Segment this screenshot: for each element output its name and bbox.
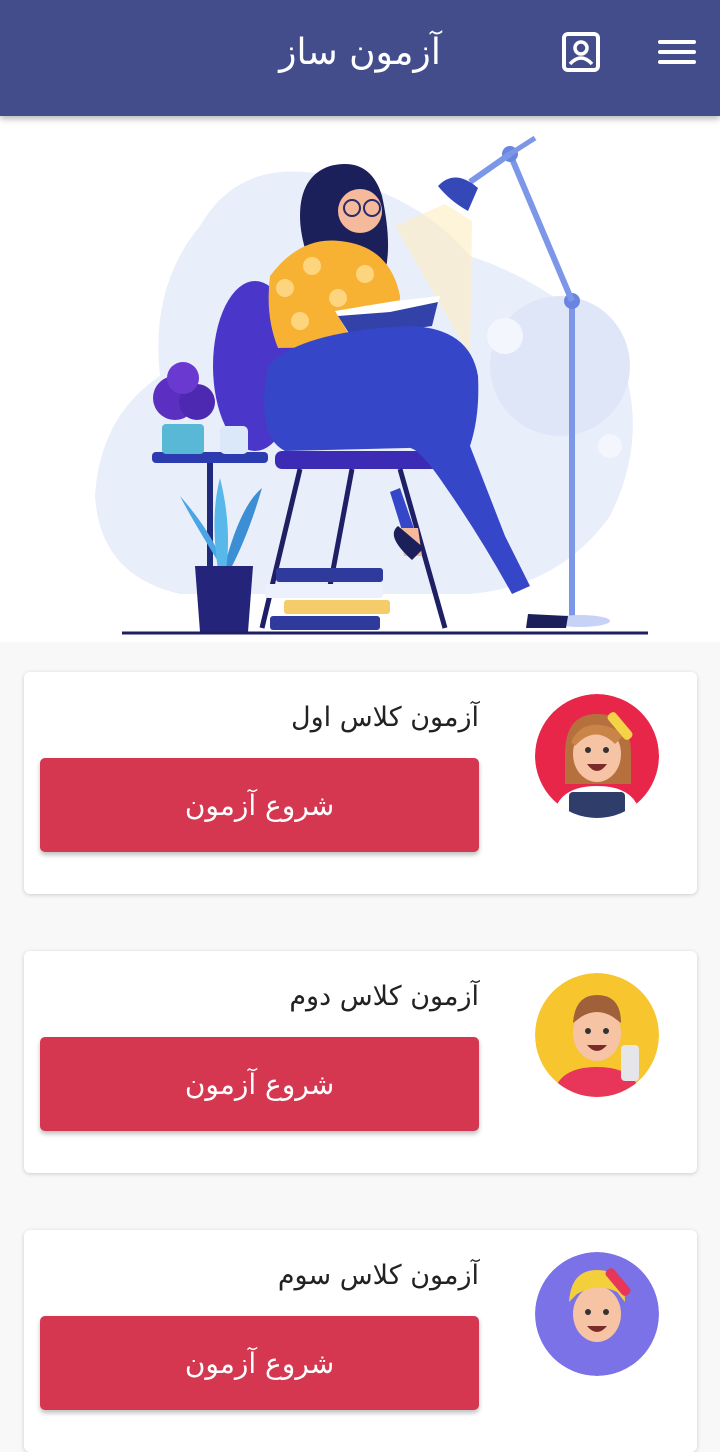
app-bar: آزمون ساز [0,0,720,116]
profile-card-icon[interactable] [556,28,606,78]
exam-card: آزمون کلاس اول شروع آزمون [24,672,697,894]
start-exam-button[interactable]: شروع آزمون [40,1316,479,1410]
start-exam-button[interactable]: شروع آزمون [40,1037,479,1131]
blonde-student-avatar [535,1252,659,1376]
woman-reading-book-illustration [95,135,648,635]
hamburger-menu-icon[interactable] [652,32,702,82]
exam-card: آزمون کلاس دوم شروع آزمون [24,951,697,1173]
app-title: آزمون ساز [279,32,441,73]
female-student-avatar [535,694,659,818]
start-exam-button[interactable]: شروع آزمون [40,758,479,852]
male-student-avatar [535,973,659,1097]
exam-title: آزمون کلاس اول [290,702,479,733]
hero-illustration [0,116,720,642]
exam-title: آزمون کلاس دوم [289,981,479,1012]
exam-card: آزمون کلاس سوم شروع آزمون [24,1230,697,1452]
exam-title: آزمون کلاس سوم [277,1260,479,1291]
